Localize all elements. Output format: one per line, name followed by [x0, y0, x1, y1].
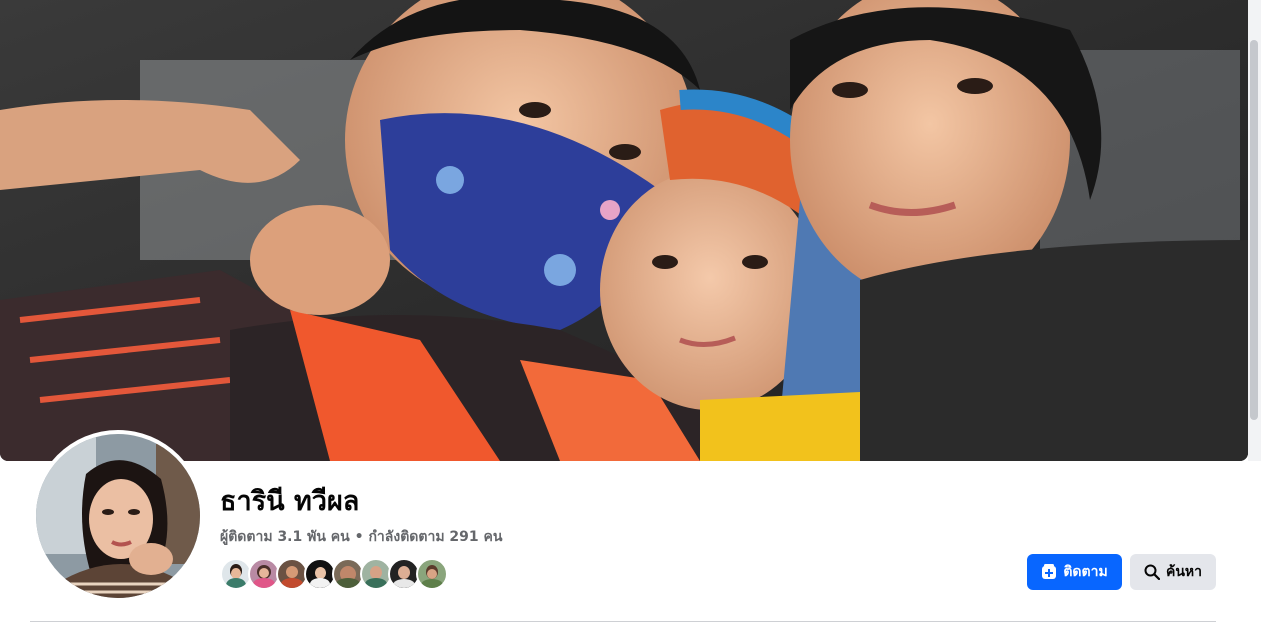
followers-count-link[interactable]: ผู้ติดตาม 3.1 พัน คน: [220, 529, 350, 545]
follow-plus-icon: [1042, 564, 1057, 579]
cover-photo[interactable]: [0, 0, 1248, 461]
cover-photo-image: [0, 0, 1248, 461]
profile-stats: ผู้ติดตาม 3.1 พัน คน • กำลังติดตาม 291 ค…: [220, 527, 502, 547]
search-button-label: ค้นหา: [1165, 564, 1203, 580]
follow-button[interactable]: ติดตาม: [1027, 554, 1122, 590]
scrollbar-thumb[interactable]: [1250, 40, 1258, 420]
follower-avatars: [220, 558, 448, 590]
stats-separator: •: [349, 529, 369, 545]
profile-name: ธารินี ทวีผล: [220, 486, 360, 517]
following-count-link[interactable]: กำลังติดตาม 291 คน: [368, 529, 502, 545]
follow-button-label: ติดตาม: [1063, 564, 1108, 580]
search-icon: [1144, 564, 1160, 580]
search-button[interactable]: ค้นหา: [1130, 554, 1216, 590]
profile-avatar[interactable]: [32, 430, 204, 602]
profile-divider: [30, 621, 1216, 622]
profile-avatar-image: [36, 434, 200, 598]
follower-avatar[interactable]: [416, 558, 448, 590]
